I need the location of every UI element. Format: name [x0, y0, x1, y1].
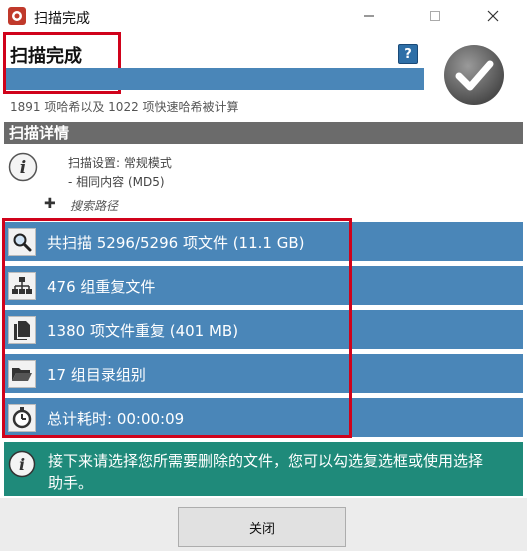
app-logo-icon — [8, 7, 26, 25]
maximize-button[interactable] — [412, 0, 458, 32]
svg-text:i: i — [20, 158, 26, 178]
scan-details-header: 扫描详情 — [4, 122, 523, 144]
expand-plus-icon[interactable]: ✚ — [44, 196, 56, 212]
svg-text:i: i — [19, 455, 25, 474]
scan-method-line: - 相同内容 (MD5) — [68, 175, 165, 189]
summary-highlight-box — [2, 218, 352, 438]
scan-progress-bar — [6, 68, 424, 90]
search-path-link[interactable]: 搜索路径 — [70, 197, 118, 214]
close-button[interactable]: 关闭 — [178, 507, 346, 547]
next-step-note: i 接下来请选择您所需要删除的文件，您可以勾选复选框或使用选择助手。 — [4, 442, 523, 496]
title-bar: 扫描完成 — [0, 0, 527, 32]
maximize-icon — [430, 11, 440, 21]
hash-summary: 1891 项哈希以及 1022 项快速哈希被计算 — [10, 100, 239, 114]
scan-settings-line: 扫描设置: 常规模式 — [68, 156, 172, 170]
minimize-button[interactable] — [346, 0, 392, 32]
info-icon: i — [8, 152, 38, 182]
window-title: 扫描完成 — [34, 11, 90, 27]
progress-fill — [6, 68, 424, 90]
close-icon — [487, 10, 499, 22]
help-icon[interactable]: ? — [398, 44, 418, 64]
note-text: 接下来请选择您所需要删除的文件，您可以勾选复选框或使用选择助手。 — [48, 452, 484, 492]
checkmark-icon — [444, 45, 504, 105]
minimize-icon — [364, 15, 374, 17]
close-window-button[interactable] — [470, 0, 516, 32]
info-icon: i — [8, 450, 36, 478]
